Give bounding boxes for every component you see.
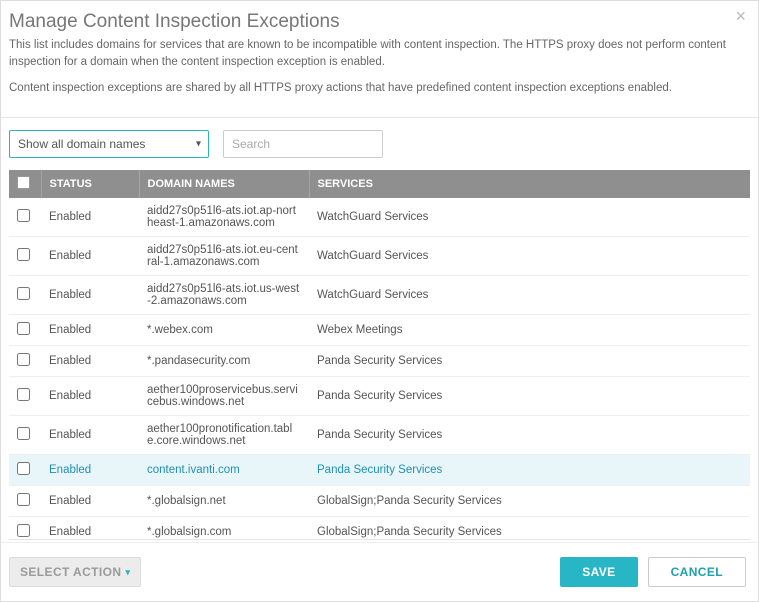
row-services: GlobalSign;Panda Security Services	[309, 486, 750, 517]
row-status: Enabled	[41, 455, 139, 486]
page-title: Manage Content Inspection Exceptions	[9, 11, 742, 33]
header-domain[interactable]: DOMAIN NAMES	[139, 170, 309, 198]
header-checkbox-cell	[9, 170, 41, 198]
save-button[interactable]: SAVE	[560, 557, 637, 587]
row-checkbox[interactable]	[17, 209, 30, 222]
dialog-header: × Manage Content Inspection Exceptions T…	[1, 1, 758, 118]
row-domain: *.globalsign.com	[139, 517, 309, 541]
row-checkbox[interactable]	[17, 287, 30, 300]
row-domain: *.pandasecurity.com	[139, 346, 309, 377]
cancel-button[interactable]: CANCEL	[648, 557, 746, 587]
row-checkbox-cell	[9, 486, 41, 517]
row-checkbox-cell	[9, 517, 41, 541]
row-checkbox-cell	[9, 198, 41, 237]
search-input[interactable]	[223, 130, 383, 158]
row-services: Panda Security Services	[309, 377, 750, 416]
row-services: Panda Security Services	[309, 346, 750, 377]
row-domain: aidd27s0p51l6-ats.iot.ap-northeast-1.ama…	[139, 198, 309, 237]
row-services: GlobalSign;Panda Security Services	[309, 517, 750, 541]
row-checkbox-cell	[9, 276, 41, 315]
row-domain: aidd27s0p51l6-ats.iot.us-west-2.amazonaw…	[139, 276, 309, 315]
row-checkbox[interactable]	[17, 353, 30, 366]
caret-down-icon: ▾	[125, 567, 130, 578]
filter-select[interactable]	[9, 130, 209, 158]
row-status: Enabled	[41, 517, 139, 541]
table-row[interactable]: Enabledcontent.ivanti.comPanda Security …	[9, 455, 750, 486]
row-checkbox-cell	[9, 455, 41, 486]
table-row[interactable]: Enabledaidd27s0p51l6-ats.iot.us-west-2.a…	[9, 276, 750, 315]
row-checkbox-cell	[9, 377, 41, 416]
table-row[interactable]: Enabled*.webex.comWebex Meetings	[9, 315, 750, 346]
row-services: Panda Security Services	[309, 455, 750, 486]
select-action-button[interactable]: SELECT ACTION ▾	[9, 557, 141, 587]
row-status: Enabled	[41, 237, 139, 276]
table-row[interactable]: Enabled*.globalsign.comGlobalSign;Panda …	[9, 517, 750, 541]
table-row[interactable]: Enabledaidd27s0p51l6-ats.iot.ap-northeas…	[9, 198, 750, 237]
select-action-label: SELECT ACTION	[20, 565, 121, 579]
table-row[interactable]: Enabled*.globalsign.netGlobalSign;Panda …	[9, 486, 750, 517]
table-row[interactable]: Enabledaether100pronotification.table.co…	[9, 416, 750, 455]
controls-bar: ▾	[1, 118, 758, 170]
row-domain: *.webex.com	[139, 315, 309, 346]
row-status: Enabled	[41, 198, 139, 237]
row-status: Enabled	[41, 377, 139, 416]
row-checkbox-cell	[9, 237, 41, 276]
row-checkbox[interactable]	[17, 322, 30, 335]
row-checkbox-cell	[9, 315, 41, 346]
row-domain: aether100pronotification.table.core.wind…	[139, 416, 309, 455]
select-all-checkbox[interactable]	[17, 176, 30, 189]
row-checkbox[interactable]	[17, 427, 30, 440]
table-row[interactable]: Enabled*.pandasecurity.comPanda Security…	[9, 346, 750, 377]
row-checkbox[interactable]	[17, 524, 30, 537]
description-1: This list includes domains for services …	[9, 37, 742, 70]
row-domain: *.globalsign.net	[139, 486, 309, 517]
row-checkbox[interactable]	[17, 462, 30, 475]
table-scroll[interactable]: STATUS DOMAIN NAMES SERVICES Enabledaidd…	[9, 170, 750, 540]
header-services[interactable]: SERVICES	[309, 170, 750, 198]
row-services: WatchGuard Services	[309, 198, 750, 237]
row-domain: aidd27s0p51l6-ats.iot.eu-central-1.amazo…	[139, 237, 309, 276]
table-row[interactable]: Enabledaether100proservicebus.servicebus…	[9, 377, 750, 416]
description-2: Content inspection exceptions are shared…	[9, 80, 742, 97]
row-checkbox-cell	[9, 416, 41, 455]
row-domain: content.ivanti.com	[139, 455, 309, 486]
header-status[interactable]: STATUS	[41, 170, 139, 198]
row-status: Enabled	[41, 416, 139, 455]
row-checkbox-cell	[9, 346, 41, 377]
row-status: Enabled	[41, 486, 139, 517]
dialog-footer: SELECT ACTION ▾ SAVE CANCEL	[1, 542, 758, 601]
dialog: × Manage Content Inspection Exceptions T…	[1, 1, 758, 601]
row-services: WatchGuard Services	[309, 237, 750, 276]
row-services: Webex Meetings	[309, 315, 750, 346]
row-status: Enabled	[41, 276, 139, 315]
row-status: Enabled	[41, 346, 139, 377]
table-row[interactable]: Enabledaidd27s0p51l6-ats.iot.eu-central-…	[9, 237, 750, 276]
row-services: WatchGuard Services	[309, 276, 750, 315]
close-icon[interactable]: ×	[735, 7, 746, 25]
row-checkbox[interactable]	[17, 388, 30, 401]
row-status: Enabled	[41, 315, 139, 346]
filter-select-wrap: ▾	[9, 130, 209, 158]
row-domain: aether100proservicebus.servicebus.window…	[139, 377, 309, 416]
exceptions-table: STATUS DOMAIN NAMES SERVICES Enabledaidd…	[9, 170, 750, 540]
row-checkbox[interactable]	[17, 248, 30, 261]
table-wrap: STATUS DOMAIN NAMES SERVICES Enabledaidd…	[1, 170, 758, 542]
row-services: Panda Security Services	[309, 416, 750, 455]
row-checkbox[interactable]	[17, 493, 30, 506]
